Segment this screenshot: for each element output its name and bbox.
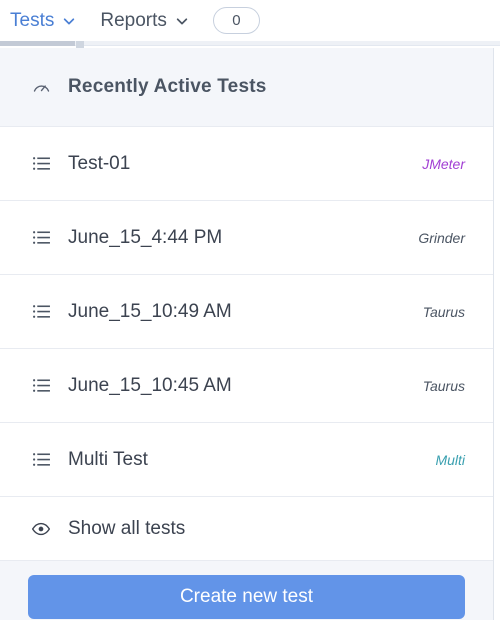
panel-header: Recently Active Tests [0,48,493,126]
list-item-label: June_15_4:44 PM [68,226,223,248]
create-new-test-button[interactable]: Create new test [28,575,465,619]
list-item[interactable]: June_15_10:49 AM Taurus [0,274,493,348]
nav-tab-reports[interactable]: Reports [100,10,189,32]
status-badge-label: 0 [232,12,241,29]
chevron-down-icon [62,14,76,28]
list-icon [28,302,54,321]
nav-tab-reports-label: Reports [100,9,167,31]
list-item-label: June_15_10:49 AM [68,300,232,322]
list-item-label: Multi Test [68,448,148,470]
list-item-tag: JMeter [422,155,465,172]
list-item-tag: Grinder [418,229,465,246]
top-navigation-bar: Tests Reports 0 [0,0,500,41]
list-item-tag: Taurus [422,377,465,394]
list-item[interactable]: Multi Test Multi [0,422,493,496]
horizontal-scrollbar[interactable] [0,41,500,48]
nav-tab-tests[interactable]: Tests [10,10,76,32]
list-item[interactable]: Test-01 JMeter [0,126,493,200]
gauge-icon [28,77,54,98]
show-all-tests-item[interactable]: Show all tests [0,496,493,560]
list-icon [28,450,54,469]
list-item-label: June_15_10:45 AM [68,374,232,396]
list-item-tag: Taurus [422,303,465,320]
list-item[interactable]: June_15_10:45 AM Taurus [0,348,493,422]
scrollbar-track[interactable] [0,41,500,46]
scrollbar-thumb[interactable] [0,41,75,46]
panel-footer: Create new test [0,560,493,620]
nav-tab-tests-label: Tests [10,9,55,31]
eye-icon [28,519,54,539]
tests-dropdown-panel: Recently Active Tests Test-01 JMeter Jun… [0,48,494,620]
list-icon [28,228,54,247]
list-item-tag: Multi [435,451,465,468]
list-icon [28,376,54,395]
page-title: Recently Active Tests [68,76,267,97]
scrollbar-nub [76,41,84,48]
list-icon [28,154,54,173]
chevron-down-icon [175,14,189,28]
list-item[interactable]: June_15_4:44 PM Grinder [0,200,493,274]
status-badge[interactable]: 0 [212,7,260,34]
list-item-label: Test-01 [68,152,131,174]
show-all-tests-label: Show all tests [68,517,186,539]
